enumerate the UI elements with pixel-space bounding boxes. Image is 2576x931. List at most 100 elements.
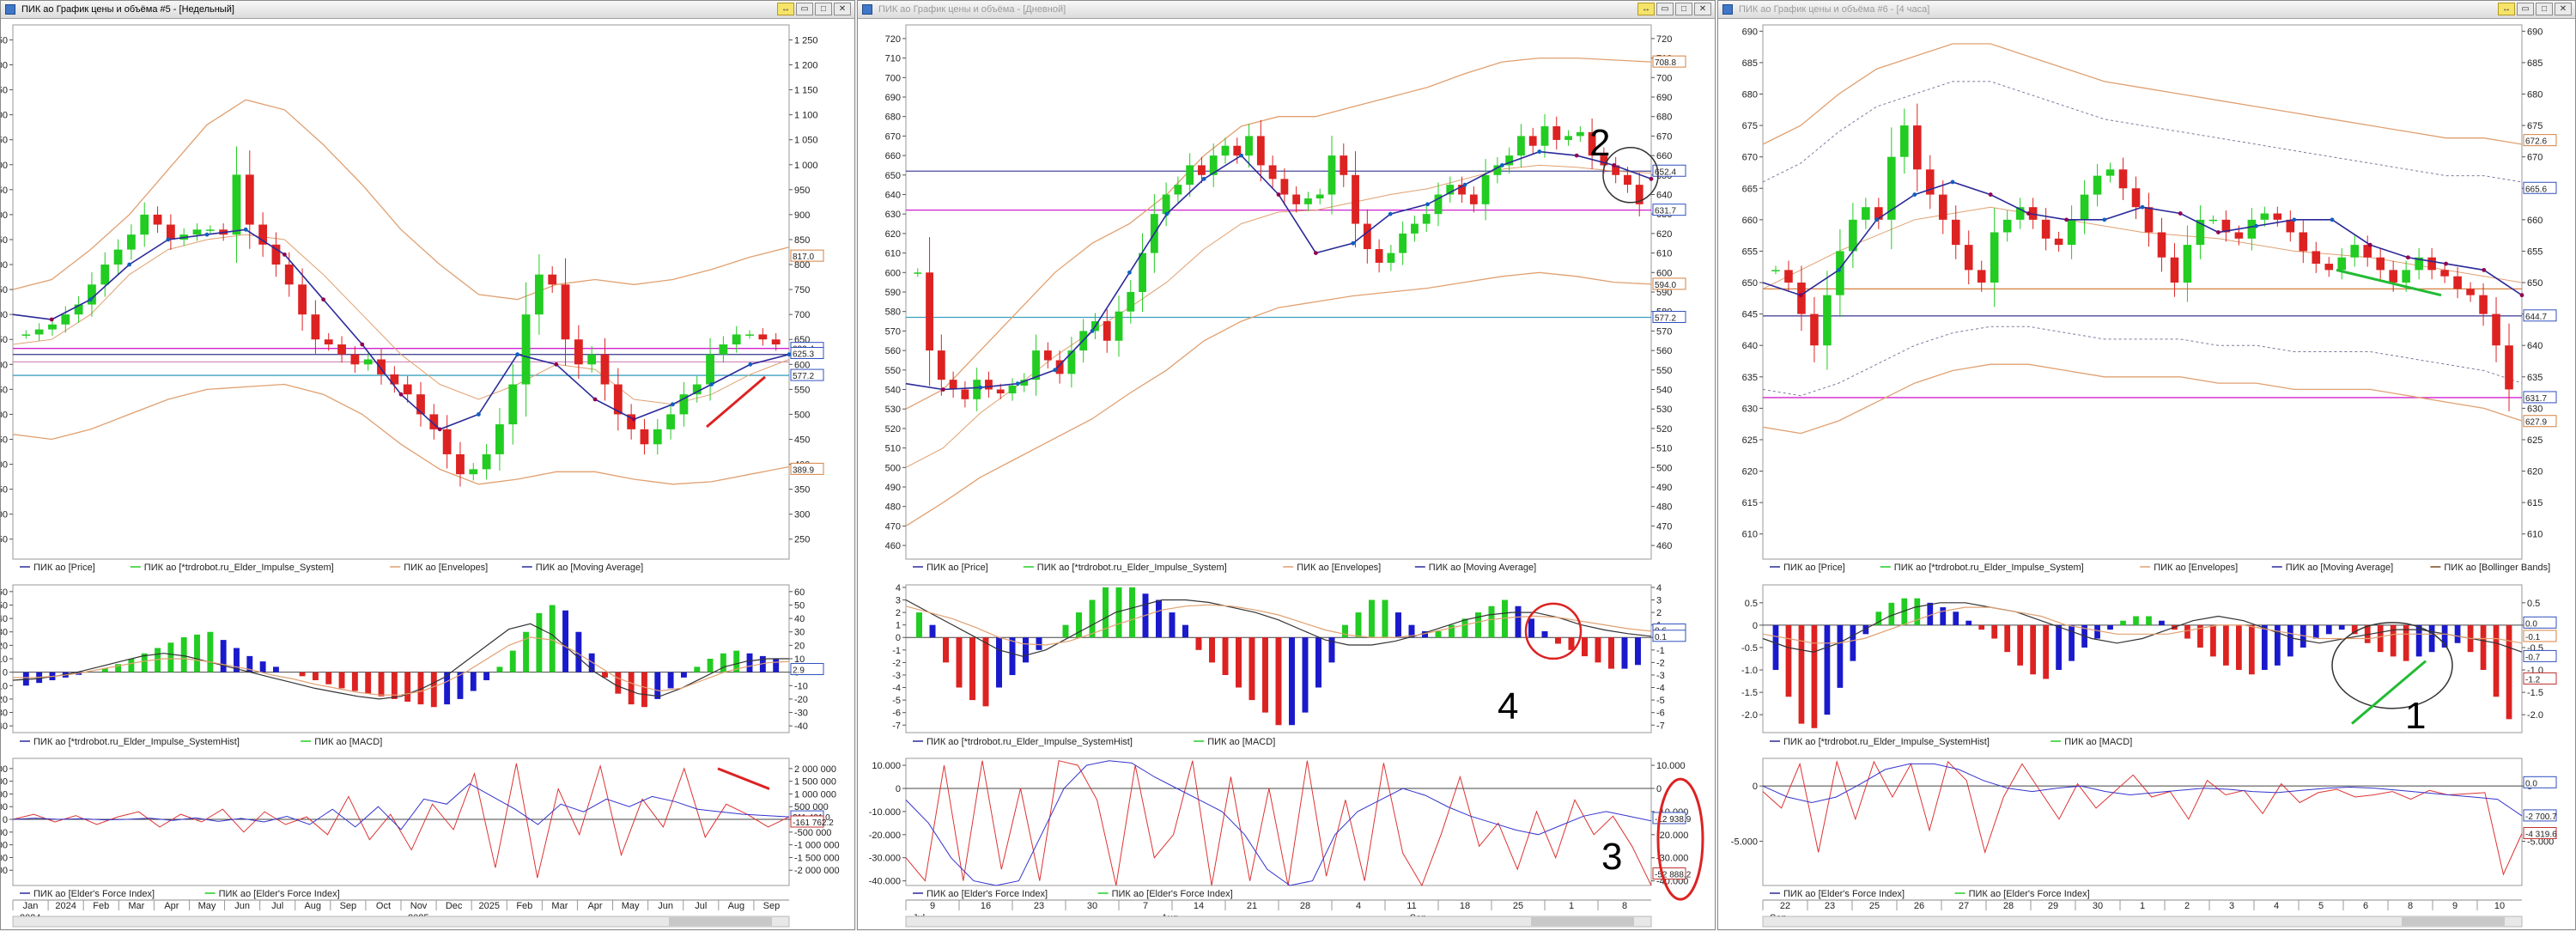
candle-body[interactable] bbox=[1797, 283, 1806, 314]
candle-body[interactable] bbox=[1387, 253, 1395, 263]
candle-body[interactable] bbox=[1304, 198, 1312, 204]
candle-body[interactable] bbox=[324, 339, 333, 345]
candle-body[interactable] bbox=[113, 249, 123, 265]
candle-body[interactable] bbox=[1576, 131, 1584, 137]
candle-body[interactable] bbox=[1862, 207, 1870, 220]
candle-body[interactable] bbox=[21, 334, 31, 336]
candle-body[interactable] bbox=[640, 429, 649, 445]
candle-body[interactable] bbox=[88, 284, 96, 305]
candle-body[interactable] bbox=[2389, 270, 2397, 283]
candle-body[interactable] bbox=[2067, 219, 2076, 246]
candle-body[interactable] bbox=[1624, 174, 1631, 186]
scrollbar-thumb[interactable] bbox=[2402, 917, 2505, 926]
candle-body[interactable] bbox=[1198, 165, 1206, 175]
candle-body[interactable] bbox=[2260, 213, 2269, 220]
candle-body[interactable] bbox=[937, 350, 945, 380]
candle-body[interactable] bbox=[1280, 179, 1289, 195]
candle-body[interactable] bbox=[1268, 165, 1277, 180]
window-daily[interactable]: ПИК ао График цены и объёма - [Дневной] … bbox=[857, 0, 1716, 930]
candle-body[interactable] bbox=[1067, 350, 1076, 374]
candle-body[interactable] bbox=[521, 314, 531, 385]
candle-body[interactable] bbox=[985, 380, 993, 390]
candle-body[interactable] bbox=[2054, 238, 2063, 246]
candle-body[interactable] bbox=[961, 389, 969, 399]
candle-body[interactable] bbox=[2247, 219, 2257, 239]
candle-body[interactable] bbox=[1327, 155, 1336, 195]
candle-body[interactable] bbox=[1784, 270, 1793, 283]
candle-body[interactable] bbox=[1913, 125, 1922, 170]
candle-body[interactable] bbox=[284, 265, 294, 285]
candle-body[interactable] bbox=[1528, 136, 1537, 146]
candle-body[interactable] bbox=[1352, 174, 1359, 224]
candle-body[interactable] bbox=[2144, 207, 2154, 233]
candle-body[interactable] bbox=[337, 344, 346, 355]
candle-body[interactable] bbox=[587, 354, 597, 365]
candle-body[interactable] bbox=[2118, 169, 2128, 189]
candle-body[interactable] bbox=[2170, 257, 2179, 283]
candle-body[interactable] bbox=[996, 389, 1005, 394]
candle-body[interactable] bbox=[192, 229, 202, 235]
candle-body[interactable] bbox=[1245, 136, 1253, 156]
candle-body[interactable] bbox=[2041, 219, 2050, 239]
candle-body[interactable] bbox=[469, 469, 478, 475]
candle-body[interactable] bbox=[166, 224, 175, 240]
candle-body[interactable] bbox=[1469, 194, 1478, 204]
candle-body[interactable] bbox=[2286, 219, 2295, 233]
candle-body[interactable] bbox=[403, 384, 412, 395]
candle-body[interactable] bbox=[2440, 270, 2449, 277]
candle-body[interactable] bbox=[126, 234, 136, 250]
chart-svg-4h[interactable]: 6906906856856806806756756706706656656606… bbox=[1718, 1, 2576, 931]
candle-body[interactable] bbox=[1964, 245, 1973, 271]
candle-body[interactable] bbox=[2324, 264, 2334, 271]
candle-body[interactable] bbox=[973, 380, 981, 399]
candle-body[interactable] bbox=[1540, 126, 1549, 146]
candle-body[interactable] bbox=[771, 339, 781, 345]
candle-body[interactable] bbox=[2299, 232, 2308, 252]
candle-body[interactable] bbox=[2312, 251, 2321, 265]
candle-body[interactable] bbox=[495, 424, 504, 454]
chart-svg-weekly[interactable]: 1 250 1 250 1 200 1 200 1 150 1 150 1 100 1 100… bbox=[1, 1, 856, 931]
candle-body[interactable] bbox=[1043, 350, 1052, 361]
candle-body[interactable] bbox=[1174, 185, 1182, 195]
candle-body[interactable] bbox=[2505, 345, 2513, 390]
candle-body[interactable] bbox=[153, 214, 162, 225]
candle-body[interactable] bbox=[100, 265, 110, 285]
candle-body[interactable] bbox=[1375, 249, 1383, 263]
candle-body[interactable] bbox=[653, 429, 662, 445]
candle-body[interactable] bbox=[2002, 219, 2012, 233]
candle-body[interactable] bbox=[2492, 313, 2500, 346]
candle-body[interactable] bbox=[2337, 257, 2347, 271]
candle-body[interactable] bbox=[1938, 194, 1947, 220]
candle-body[interactable] bbox=[2234, 232, 2244, 239]
candle-body[interactable] bbox=[1977, 270, 1986, 283]
candle-body[interactable] bbox=[914, 272, 922, 274]
candle-body[interactable] bbox=[2402, 270, 2410, 283]
candle-body[interactable] bbox=[2376, 257, 2385, 271]
candle-body[interactable] bbox=[1517, 136, 1525, 156]
candle-body[interactable] bbox=[2105, 169, 2115, 176]
window-weekly[interactable]: ПИК ао График цены и объёма #5 - [Недель… bbox=[0, 0, 855, 930]
candle-body[interactable] bbox=[363, 359, 373, 365]
candle-body[interactable] bbox=[745, 334, 754, 336]
candle-body[interactable] bbox=[1221, 145, 1230, 156]
candle-body[interactable] bbox=[298, 284, 307, 315]
candle-body[interactable] bbox=[1256, 136, 1265, 166]
candle-body[interactable] bbox=[2208, 219, 2218, 222]
candle-body[interactable] bbox=[949, 380, 957, 390]
candle-body[interactable] bbox=[1186, 165, 1194, 186]
candle-body[interactable] bbox=[561, 284, 570, 340]
candle-body[interactable] bbox=[482, 453, 491, 470]
candle-body[interactable] bbox=[1810, 313, 1819, 346]
candle-body[interactable] bbox=[1411, 223, 1419, 234]
candle-body[interactable] bbox=[1951, 219, 1960, 246]
candle-body[interactable] bbox=[245, 174, 254, 225]
candle-body[interactable] bbox=[1990, 232, 1999, 283]
candle-body[interactable] bbox=[1233, 145, 1242, 156]
candle-body[interactable] bbox=[258, 224, 268, 245]
candle-body[interactable] bbox=[2453, 276, 2462, 289]
candle-body[interactable] bbox=[1162, 194, 1170, 215]
candle-body[interactable] bbox=[2466, 289, 2475, 295]
candle-body[interactable] bbox=[758, 334, 768, 340]
candle-body[interactable] bbox=[1292, 194, 1301, 204]
candle-body[interactable] bbox=[442, 429, 452, 454]
